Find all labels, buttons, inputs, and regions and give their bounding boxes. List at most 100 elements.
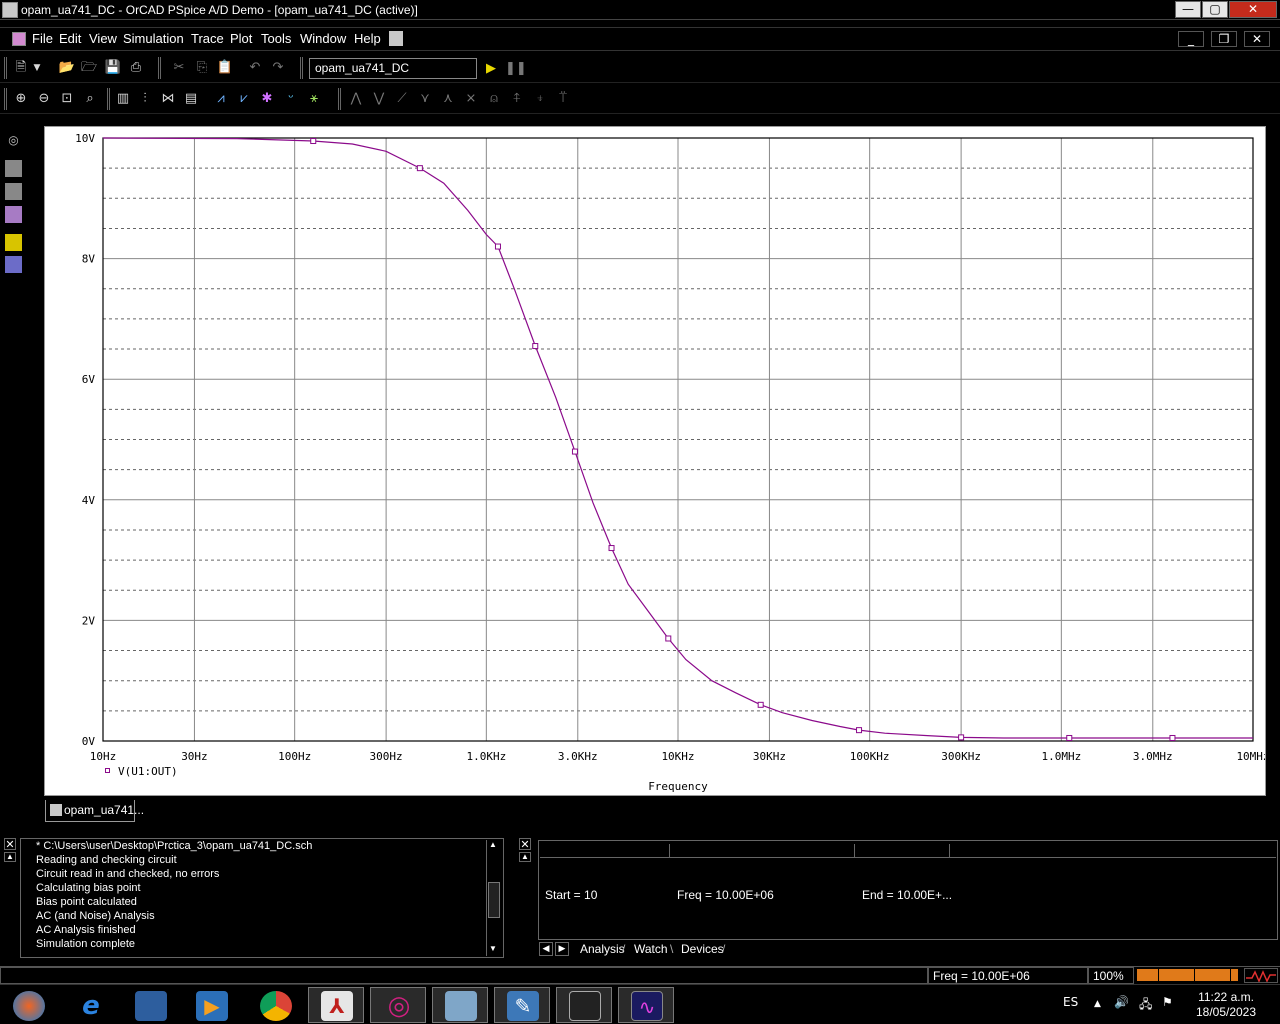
simulation-profile-select[interactable]: opam_ua741_DC [309,58,477,79]
output-file-icon[interactable] [5,234,22,251]
mdi-minimize-button[interactable]: _ [1178,31,1204,47]
taskbar-app[interactable] [247,987,303,1023]
trace-expr-icon[interactable]: ⩗ [235,90,253,108]
plot-digital-icon[interactable]: ✱ [258,90,276,108]
redo-icon[interactable]: ↷ [269,59,287,77]
log-x-icon[interactable]: ▥ [114,90,132,108]
cursor-icon[interactable]: ⚹ [305,90,323,108]
tab-scroll-left-icon[interactable]: ◀ [539,942,553,956]
tab-devices[interactable]: Devices [681,942,724,956]
open-icon[interactable]: 📂 [58,59,76,77]
cursor-max-icon[interactable]: ⋏ [439,90,457,108]
language-indicator[interactable]: ES [1063,995,1078,1009]
volume-icon[interactable]: 🔊 [1114,995,1129,1009]
menu-edit[interactable]: Edit [59,31,81,46]
cut-icon[interactable]: ✂ [170,59,188,77]
toolbar-grip[interactable] [338,88,341,110]
menu-help[interactable]: Help [354,31,381,46]
status-panel-pin-icon[interactable]: ▲ [519,852,531,862]
toolbar-grip[interactable] [107,88,110,110]
add-trace-icon[interactable]: ⩘ [212,90,230,108]
dropdown-icon[interactable]: ▼ [31,59,43,77]
taskbar-app[interactable]: ⅄ [308,987,364,1023]
menu-window[interactable]: Window [300,31,346,46]
taskbar-app[interactable] [556,987,612,1023]
taskbar-app[interactable]: ▶ [183,987,239,1023]
pause-icon[interactable]: ❚❚ [505,60,527,78]
cursor-mark-icon[interactable]: ⍡ [554,90,572,108]
start-button[interactable] [0,987,56,1023]
status-panel-close-icon[interactable]: ✕ [519,838,531,851]
menu-view[interactable]: View [89,31,117,46]
probe-window-icon[interactable] [5,256,22,273]
app-icon[interactable] [2,2,18,18]
performance-icon[interactable]: ⋈ [159,90,177,108]
scroll-up-icon[interactable]: ▲ [489,840,497,849]
mark-data-icon[interactable]: ᵕ [282,90,300,108]
cursor-next-icon[interactable]: ⍏ [508,90,526,108]
menu-plot[interactable]: Plot [230,31,252,46]
tab-analysis[interactable]: Analysis [580,942,625,956]
waveform-chart[interactable]: 0V 2V 4V 6V 8V 10V 10Hz 30Hz 100Hz 300Hz 1.0KHz 3.0… [45,127,1265,795]
save-icon[interactable]: 💾 [104,59,122,77]
output-panel-pin-icon[interactable]: ▲ [4,852,16,862]
plot-tab[interactable]: opam_ua741... [45,800,144,822]
cursor-label-icon[interactable]: ⍖ [531,90,549,108]
menu-trace[interactable]: Trace [191,31,224,46]
tab-scroll-right-icon[interactable]: ▶ [555,942,569,956]
toolbar-grip[interactable] [300,57,303,79]
menu-file[interactable]: File [32,31,53,46]
cursor-search-icon[interactable]: ⍝ [485,90,503,108]
minimize-button[interactable]: — [1175,1,1201,18]
paste-icon[interactable]: 📋 [216,59,234,77]
document-icon[interactable] [12,32,26,46]
schematic-icon[interactable] [5,160,22,177]
taskbar-app[interactable] [122,987,178,1023]
network-icon[interactable]: 🖧 [1139,995,1152,1016]
menu-simulation[interactable]: Simulation [123,31,184,46]
output-scrollbar[interactable]: ▲ ▼ [486,840,502,956]
cursor-point-icon[interactable]: ⨯ [462,90,480,108]
output-panel-close-icon[interactable]: ✕ [4,838,16,851]
run-icon[interactable]: ▶ [482,60,500,78]
cursor-trough-icon[interactable]: ⋁ [370,90,388,108]
taskbar-app[interactable] [432,987,488,1023]
cursor-peak-icon[interactable]: ⋀ [347,90,365,108]
zoom-area-icon[interactable]: ⊡ [58,90,76,108]
eval-icon[interactable]: ▤ [182,90,200,108]
maximize-button[interactable]: ▢ [1202,1,1228,18]
toolbar-grip[interactable] [4,57,7,79]
plot-window[interactable]: 0V 2V 4V 6V 8V 10V 10Hz 30Hz 100Hz 300Hz 1.0KHz 3.0… [44,126,1266,796]
taskbar-app[interactable]: ✎ [494,987,550,1023]
taskbar-app[interactable]: ◎ [370,987,426,1023]
run-sim-icon[interactable] [5,206,22,223]
taskbar-app[interactable]: ∿ [618,987,674,1023]
tab-watch[interactable]: Watch [634,942,668,956]
toolbar-grip[interactable] [4,88,7,110]
scroll-thumb[interactable] [488,882,500,918]
mdi-restore-button[interactable]: ❐ [1211,31,1237,47]
copy-icon[interactable]: ⎘ [193,59,211,77]
zoom-fit-icon[interactable]: ⌕ [81,90,99,108]
zoom-in-icon[interactable]: ⊕ [12,90,30,108]
open-folder-icon[interactable]: 🗁 [80,59,98,77]
cursor-slope-icon[interactable]: ⟋ [393,90,411,108]
toolbar-grip[interactable] [158,57,161,79]
mdi-close-button[interactable]: ✕ [1244,31,1270,47]
taskbar-app[interactable]: e [62,987,118,1023]
new-icon[interactable]: 🗎 [12,59,30,77]
print-icon[interactable]: ⎙ [127,59,145,77]
clock[interactable]: 11:22 a.m. 18/05/2023 [1186,990,1266,1020]
close-button[interactable]: ✕ [1229,1,1277,18]
tray-expand-icon[interactable]: ▲ [1094,999,1101,1009]
fourier-icon[interactable]: ⫶ [136,90,154,108]
help-context-icon[interactable] [389,31,403,46]
pin-icon[interactable]: ◎ [5,132,22,149]
sim-settings-icon[interactable] [5,183,22,200]
undo-icon[interactable]: ↶ [246,59,264,77]
menu-tools[interactable]: Tools [261,31,291,46]
zoom-out-icon[interactable]: ⊖ [35,90,53,108]
cursor-min-icon[interactable]: ⋎ [416,90,434,108]
action-center-icon[interactable]: ⚑ [1162,995,1173,1009]
scroll-down-icon[interactable]: ▼ [489,944,497,953]
